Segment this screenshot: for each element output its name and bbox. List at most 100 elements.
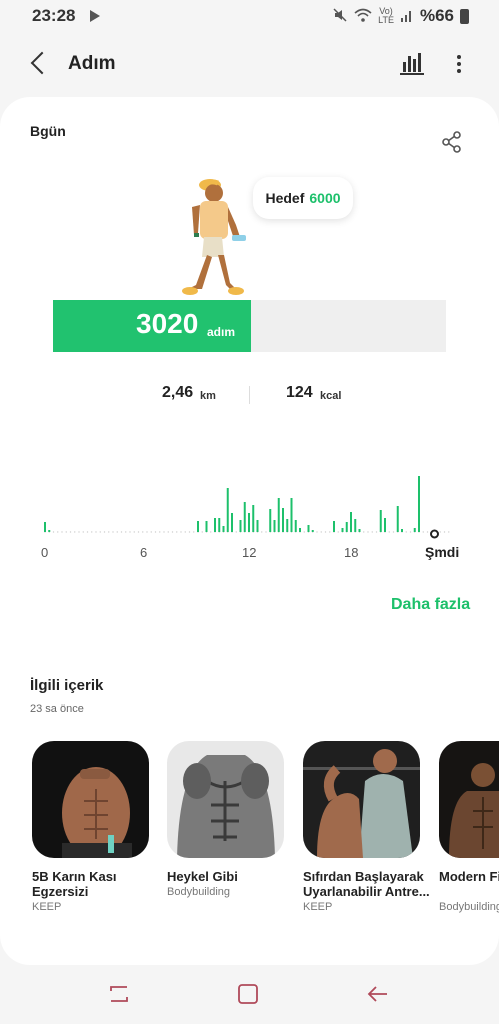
chart-bar <box>214 518 216 532</box>
baseline-dot <box>57 531 59 533</box>
stat-divider <box>249 386 250 404</box>
related-card-title: Modern Fiz <box>439 869 499 884</box>
baseline-dot <box>244 531 246 533</box>
baseline-dot <box>214 531 216 533</box>
related-thumbnail <box>32 741 149 858</box>
chart-bar <box>256 520 259 532</box>
baseline-dot <box>405 531 407 533</box>
x-tick-label: 18 <box>344 545 359 560</box>
more-link[interactable]: Daha fazla <box>391 596 470 614</box>
back-nav-icon[interactable] <box>367 983 389 1005</box>
baseline-dot <box>154 531 157 533</box>
baseline-dot <box>316 531 318 533</box>
baseline-dot <box>354 531 356 533</box>
related-title: İlgili içerik <box>30 677 104 694</box>
related-time: 23 sa önce <box>30 703 84 715</box>
baseline-dot <box>44 531 46 533</box>
now-marker <box>430 529 439 539</box>
baseline-dot <box>227 531 229 533</box>
back-icon[interactable] <box>28 50 54 78</box>
steps-unit: adım <box>207 325 236 339</box>
related-card[interactable]: Modern Fiz Bodybuilding <box>439 741 499 913</box>
baseline-dot <box>48 531 50 533</box>
chart-bar <box>286 519 289 532</box>
chart-bar <box>218 518 221 532</box>
related-card[interactable]: Sıfırdan Başlayarak Uyarlanabilir Antre.… <box>303 741 430 913</box>
baseline-dot <box>78 531 80 533</box>
battery-percentage: %66 <box>419 6 454 25</box>
chart-bar <box>222 526 225 532</box>
navigation-bar <box>0 965 499 1024</box>
baseline-dot <box>129 531 131 533</box>
baseline-dot <box>86 531 89 533</box>
chart-bar <box>44 522 46 532</box>
baseline-dot <box>299 531 301 533</box>
baseline-dot <box>312 531 314 533</box>
share-icon[interactable] <box>441 131 463 153</box>
related-thumbnail <box>303 741 420 858</box>
baseline-dot <box>439 531 441 533</box>
chart-bar <box>418 476 420 532</box>
baseline-dot <box>205 531 208 533</box>
baseline-dot <box>431 531 433 533</box>
baseline-dot <box>409 531 412 533</box>
status-time: 23:28 <box>32 6 76 25</box>
chart-bar <box>354 519 357 532</box>
chart-bar <box>413 528 416 532</box>
baseline-dot <box>197 531 199 533</box>
baseline-dot <box>307 531 310 533</box>
chart-bar <box>307 525 310 532</box>
baseline-dot <box>371 531 373 533</box>
related-card[interactable]: Heykel Gibi Bodybuilding <box>167 741 284 898</box>
chart-bar <box>252 505 255 532</box>
baseline-dot <box>176 531 178 533</box>
x-tick-label: 0 <box>41 545 49 560</box>
goal-value: 6000 <box>309 190 341 206</box>
chart-bar <box>205 521 208 532</box>
distance-value: 2,46 <box>162 384 194 401</box>
related-card[interactable]: 5B Karın Kası Egzersizi KEEP <box>32 741 149 913</box>
baseline-dot <box>295 531 297 533</box>
chart-bar <box>311 530 314 532</box>
baseline-dot <box>443 531 446 533</box>
home-icon[interactable] <box>237 983 259 1005</box>
baseline-dot <box>116 531 118 533</box>
baseline-dot <box>324 531 327 533</box>
baseline-dot <box>261 531 263 533</box>
baseline-dot <box>367 531 369 533</box>
steps-progress-bar <box>53 300 446 352</box>
today-label: Bgün <box>30 123 66 139</box>
related-thumbnail <box>167 741 284 858</box>
related-card-source: Bodybuilding <box>439 901 499 913</box>
baseline-dot <box>201 531 203 533</box>
baseline-dot <box>350 531 352 533</box>
chart-bar <box>384 518 386 532</box>
baseline-dot <box>248 531 250 533</box>
baseline-dot <box>159 531 161 533</box>
baseline-dot <box>320 531 322 533</box>
baseline-dot <box>150 531 152 533</box>
chart-bar <box>290 498 293 532</box>
chart-bar <box>333 521 335 532</box>
baseline-dot <box>218 531 220 533</box>
calories-unit: kcal <box>320 390 342 402</box>
related-card-source: KEEP <box>303 901 333 913</box>
baseline-dot <box>74 531 76 533</box>
mute-icon <box>332 7 348 26</box>
baseline-dot <box>193 531 195 533</box>
related-thumbnail <box>439 741 499 858</box>
recents-icon[interactable] <box>108 983 130 1005</box>
baseline-dot <box>91 531 93 533</box>
baseline-dot <box>184 531 186 533</box>
page-title: Adım <box>68 53 116 74</box>
baseline-dot <box>375 531 378 533</box>
chart-bar <box>273 520 276 532</box>
related-card-source: Bodybuilding <box>167 886 230 898</box>
status-icons: Vo) LTE %66 <box>332 6 469 26</box>
bar-chart-icon[interactable] <box>400 52 424 76</box>
baseline-dot <box>65 531 67 533</box>
signal-icon <box>400 8 414 25</box>
more-vertical-icon[interactable] <box>450 52 468 76</box>
baseline-dot <box>435 531 437 533</box>
chart-bar <box>299 528 301 532</box>
